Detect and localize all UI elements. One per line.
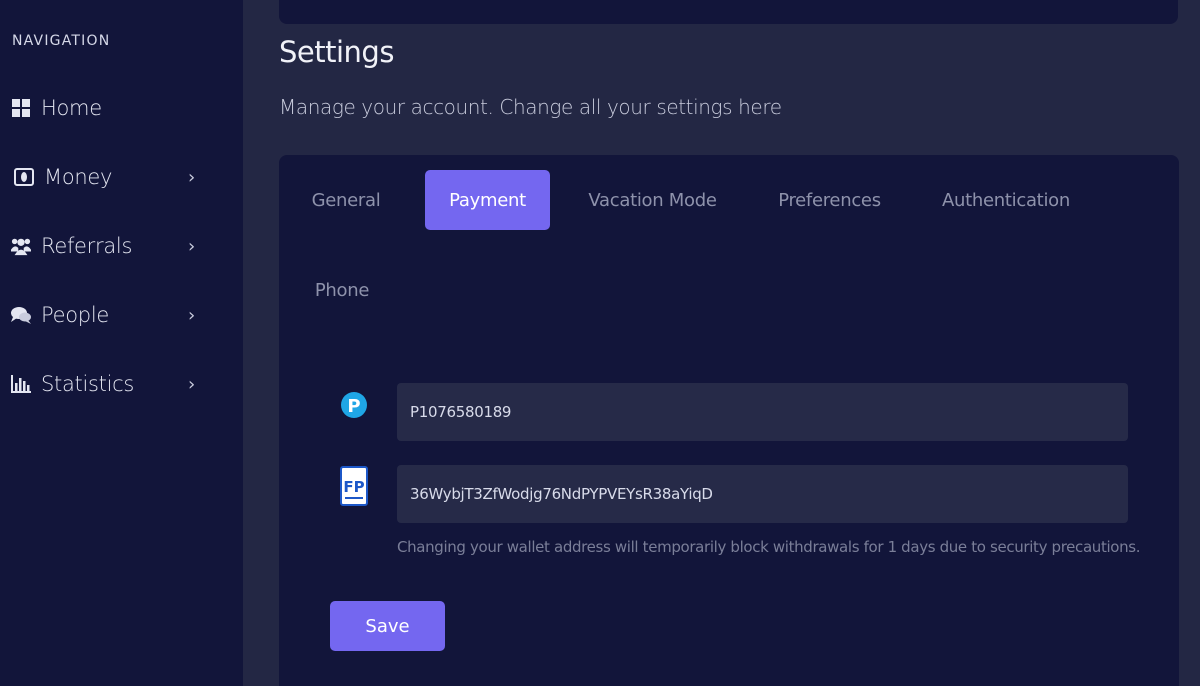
faucetpay-wallet-input[interactable] [397,465,1128,523]
page-subtitle: Manage your account. Change all your set… [279,95,782,119]
faucetpay-logo-letter: FP [343,478,364,496]
tab-general[interactable]: General [291,170,401,230]
chevron-right-icon: › [188,166,196,188]
tab-phone[interactable]: Phone [291,260,393,320]
sidebar-item-label: Statistics [41,372,134,396]
money-icon [14,167,34,187]
wallet-help-text: Changing your wallet address will tempor… [397,538,1141,556]
faucetpay-logo-icon: FP [339,466,369,506]
payeer-logo-letter: P [347,396,360,417]
tab-payment[interactable]: Payment [425,170,550,230]
tab-preferences[interactable]: Preferences [762,170,897,230]
users-icon [11,236,31,256]
sidebar-item-label: People [41,303,109,327]
sidebar-item-label: Home [41,96,102,120]
sidebar-item-money[interactable]: Money › [0,157,243,197]
sidebar: NAVIGATION Home Money › Referrals › Peop… [0,0,243,686]
chat-bubbles-icon [11,305,31,325]
top-card [279,0,1178,24]
payeer-wallet-input[interactable] [397,383,1128,441]
payeer-logo-icon: P [339,385,369,425]
nav-heading: NAVIGATION [12,33,111,49]
sidebar-item-label: Referrals [41,234,133,258]
page-title: Settings [279,35,394,69]
bar-chart-icon [11,374,31,394]
tab-vacation-mode[interactable]: Vacation Mode [580,170,725,230]
chevron-right-icon: › [188,304,196,326]
sidebar-item-statistics[interactable]: Statistics › [0,364,243,404]
sidebar-item-referrals[interactable]: Referrals › [0,226,243,266]
save-button[interactable]: Save [330,601,445,651]
sidebar-item-label: Money [44,165,113,189]
tab-authentication[interactable]: Authentication [930,170,1082,230]
sidebar-item-home[interactable]: Home [0,88,243,128]
sidebar-item-people[interactable]: People › [0,295,243,335]
chevron-right-icon: › [188,235,196,257]
chevron-right-icon: › [188,373,196,395]
grid-icon [11,98,31,118]
